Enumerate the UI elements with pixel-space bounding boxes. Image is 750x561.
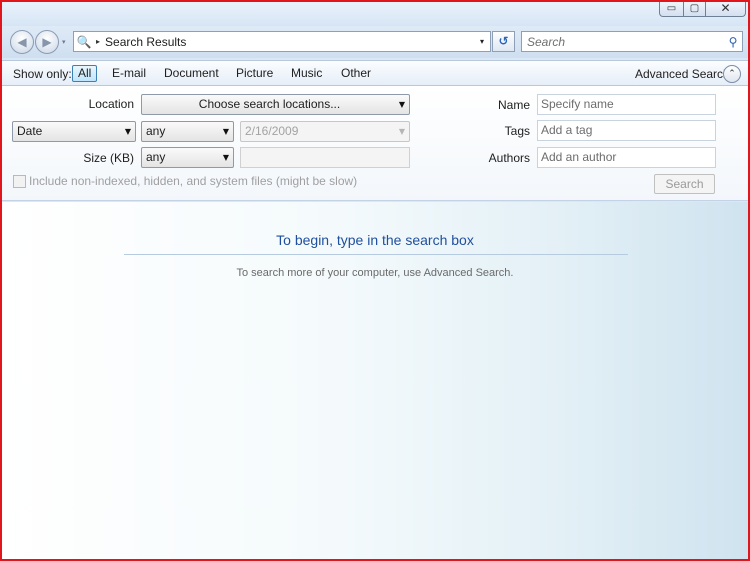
back-button[interactable]: ◀	[10, 30, 34, 54]
dropdown-arrow-icon: ▼	[398, 127, 405, 136]
include-nonindexed-checkbox[interactable]	[13, 174, 26, 188]
results-area: To begin, type in the search box To sear…	[2, 202, 748, 559]
advanced-search-pane: Location Choose search locations... ▼ Da…	[2, 86, 748, 201]
dropdown-arrow-icon: ▼	[398, 100, 405, 109]
size-label: Size (KB)	[83, 151, 134, 165]
tags-field[interactable]	[537, 120, 716, 141]
dropdown-arrow-icon: ▼	[124, 127, 131, 136]
date-operator-value: any	[146, 124, 166, 138]
date-operator-dropdown[interactable]: any ▼	[141, 121, 234, 142]
maximize-button[interactable]: ▢	[683, 2, 706, 17]
filter-tab-all[interactable]: All	[72, 65, 98, 82]
date-value: 2/16/2009	[245, 124, 299, 138]
location-dropdown[interactable]: Choose search locations... ▼	[141, 94, 410, 115]
search-box[interactable]: ⚲	[521, 31, 743, 52]
refresh-icon: ↺	[498, 34, 509, 48]
chevron-up-icon: ⌃	[728, 69, 736, 79]
size-value-field[interactable]	[240, 147, 410, 168]
search-button[interactable]: Search	[654, 174, 715, 194]
location-value: Choose search locations...	[198, 97, 341, 111]
empty-state-subtitle: To search more of your computer, use Adv…	[236, 267, 514, 279]
close-button[interactable]: ✕	[705, 1, 746, 17]
filter-bar: Show only: All E-mail Document Picture M…	[2, 60, 748, 86]
filter-tab-music[interactable]: Music	[285, 65, 328, 82]
size-operator-dropdown[interactable]: any ▼	[141, 147, 234, 168]
close-icon: ✕	[720, 1, 731, 15]
empty-state-title: To begin, type in the search box	[276, 232, 474, 248]
search-window: ▭ ▢ ✕ ◀ ▶ ▾ 🔍 ▸ Search Results ▾ ↺ ⚲ Sho…	[0, 0, 750, 561]
recent-pages-dropdown[interactable]: ▾	[62, 38, 66, 46]
minimize-icon: ▭	[666, 2, 677, 14]
show-only-label: Show only:	[13, 67, 72, 81]
name-label: Name	[497, 98, 530, 112]
search-input[interactable]	[527, 34, 724, 49]
forward-button[interactable]: ▶	[35, 30, 59, 54]
filter-tab-other[interactable]: Other	[335, 65, 377, 82]
navigation-bar: ◀ ▶ ▾ 🔍 ▸ Search Results ▾ ↺ ⚲	[2, 26, 748, 58]
back-arrow-icon: ◀	[17, 35, 27, 49]
size-operator-value: any	[146, 150, 166, 164]
collapse-advanced-button[interactable]: ⌃	[723, 65, 741, 83]
authors-input[interactable]	[541, 150, 715, 164]
maximize-icon: ▢	[689, 2, 700, 14]
search-icon[interactable]: ⚲	[724, 35, 742, 49]
forward-arrow-icon: ▶	[42, 35, 52, 49]
dropdown-arrow-icon: ▼	[222, 153, 229, 162]
address-history-dropdown[interactable]: ▾	[474, 37, 490, 46]
filter-tab-document[interactable]: Document	[158, 65, 225, 82]
tags-label: Tags	[504, 124, 530, 138]
location-label: Location	[88, 97, 134, 111]
date-type-dropdown[interactable]: Date ▼	[12, 121, 136, 142]
authors-label: Authors	[488, 151, 530, 165]
address-bar[interactable]: 🔍 ▸ Search Results ▾	[73, 31, 491, 52]
dropdown-arrow-icon: ▼	[222, 127, 229, 136]
name-input[interactable]	[541, 97, 715, 111]
empty-state-divider	[124, 254, 628, 255]
filter-tab-picture[interactable]: Picture	[230, 65, 279, 82]
include-nonindexed-option[interactable]: Include non-indexed, hidden, and system …	[13, 174, 357, 188]
minimize-button[interactable]: ▭	[659, 2, 684, 17]
breadcrumb-separator-icon[interactable]: ▸	[96, 37, 100, 46]
date-value-picker[interactable]: 2/16/2009 ▼	[240, 121, 410, 142]
tags-input[interactable]	[541, 123, 715, 137]
breadcrumb-search-results[interactable]: Search Results	[105, 35, 474, 49]
include-nonindexed-label: Include non-indexed, hidden, and system …	[29, 174, 358, 188]
search-folder-icon: 🔍	[76, 34, 92, 49]
date-type-value: Date	[17, 124, 43, 138]
filter-tab-email[interactable]: E-mail	[106, 65, 152, 82]
title-bar: ▭ ▢ ✕	[2, 2, 748, 26]
advanced-search-label[interactable]: Advanced Search	[635, 67, 730, 81]
refresh-button[interactable]: ↺	[492, 31, 515, 52]
authors-field[interactable]	[537, 147, 716, 168]
name-field[interactable]	[537, 94, 716, 115]
